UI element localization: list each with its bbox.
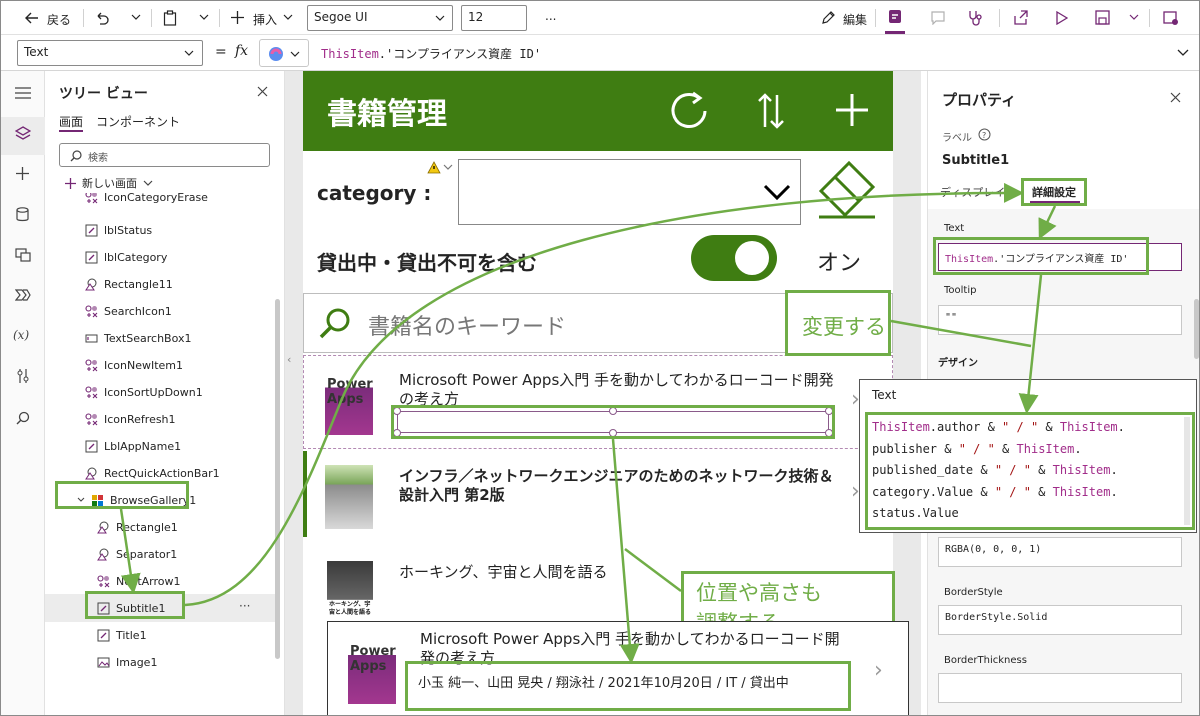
- power-apps-studio: 戻る 挿入 Segoe UI 12 ... 編集 Text = fx ThisI…: [0, 0, 1200, 716]
- annotation-arrows: [119, 182, 1057, 664]
